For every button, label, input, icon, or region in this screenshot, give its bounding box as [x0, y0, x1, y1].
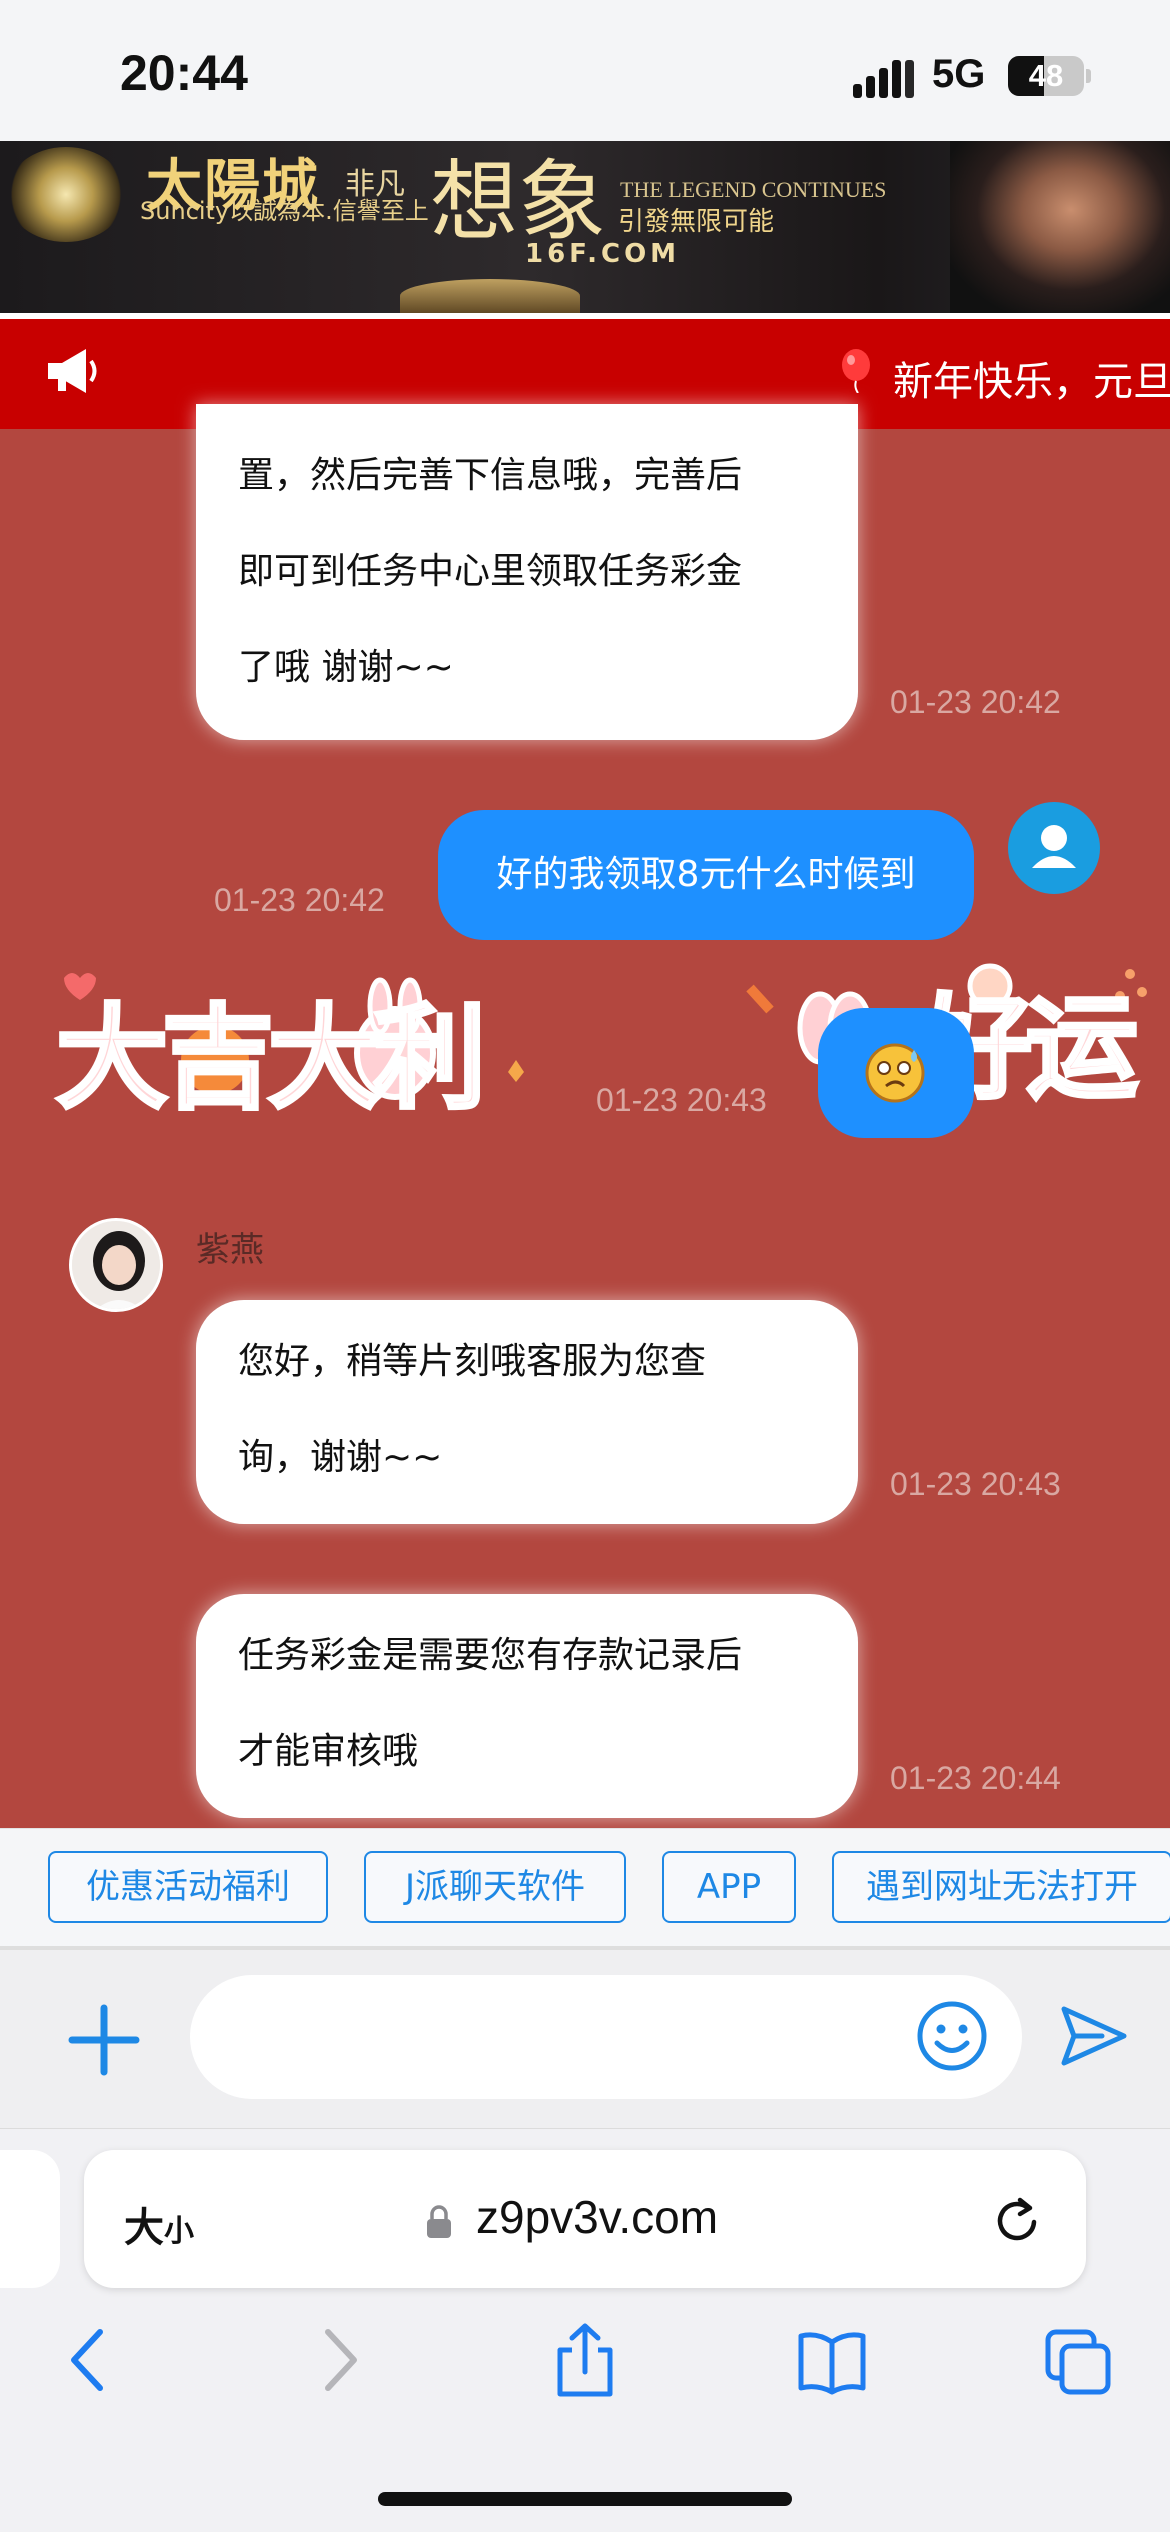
ad-tagline: 引發無限可能	[618, 207, 775, 237]
message-line: 才能审核哦	[238, 1731, 419, 1772]
sticker-banner: 大吉大利 好运	[50, 948, 1150, 1158]
battery-cap	[1086, 69, 1091, 83]
message-timestamp: 01-23 20:43	[890, 1466, 1061, 1502]
ad-legend: THE LEGEND CONTINUES	[620, 177, 887, 202]
user-emoji-bubble	[818, 1008, 974, 1138]
message-line: 询，谢谢~~	[238, 1437, 443, 1478]
url-text[interactable]: z9pv3v.com	[476, 2190, 718, 2244]
message-timestamp: 01-23 20:43	[596, 1082, 767, 1118]
cellular-signal-icon	[853, 58, 915, 98]
quick-button-promotions[interactable]: 优惠活动福利	[48, 1851, 328, 1923]
ad-slogan: Suncity以誠為本.信譽至上	[140, 197, 429, 225]
status-bar: 20:44 5G 48	[0, 0, 1170, 141]
agent-message-bubble: 您好，稍等片刻哦客服为您查 询，谢谢~~	[196, 1300, 858, 1524]
message-line: 即可到任务中心里领取任务彩金	[238, 551, 743, 592]
banner-ad[interactable]: 太陽城 非凡 Suncity以誠為本.信譽至上 想象 THE LEGEND CO…	[0, 141, 1170, 313]
quick-button-chat-app[interactable]: J派聊天软件	[364, 1851, 626, 1923]
ad-portrait-image	[950, 141, 1170, 313]
reload-icon[interactable]	[990, 2192, 1044, 2248]
agent-message-bubble: 置，然后完善下信息哦，完善后 即可到任务中心里领取任务彩金 了哦 谢谢~~	[196, 404, 858, 740]
sweat-emoji-icon	[865, 1043, 925, 1103]
status-time: 20:44	[120, 45, 248, 101]
user-avatar	[1008, 802, 1100, 894]
notice-text: 新年快乐，元旦	[893, 359, 1170, 405]
text-size-large: 大	[124, 2205, 164, 2251]
home-indicator	[378, 2492, 792, 2506]
message-timestamp: 01-23 20:42	[890, 684, 1061, 720]
message-line: 了哦 谢谢~~	[238, 647, 454, 688]
forward-icon[interactable]	[304, 2322, 374, 2398]
battery-icon: 48	[1008, 56, 1084, 96]
ad-building-image	[400, 279, 580, 313]
message-line: 任务彩金是需要您有存款记录后	[238, 1635, 743, 1676]
send-icon[interactable]	[1058, 2003, 1128, 2069]
message-line: 您好，稍等片刻哦客服为您查	[238, 1341, 707, 1382]
previous-tab-preview[interactable]	[0, 2150, 60, 2288]
quick-reply-bar: 优惠活动福利 J派聊天软件 APP 遇到网址无法打开	[0, 1828, 1170, 1946]
quick-button-url-help[interactable]: 遇到网址无法打开	[832, 1851, 1170, 1923]
ad-logo-emblem	[6, 147, 126, 242]
battery-percent: 48	[1028, 58, 1064, 93]
agent-message-bubble: 任务彩金是需要您有存款记录后 才能审核哦	[196, 1594, 858, 1818]
message-line: 置，然后完善下信息哦，完善后	[238, 455, 743, 496]
message-input[interactable]	[190, 1975, 1022, 2099]
plus-icon[interactable]	[64, 2000, 144, 2080]
megaphone-icon	[48, 349, 97, 393]
text-size-small: 小	[164, 2214, 194, 2249]
tabs-icon[interactable]	[1044, 2322, 1114, 2398]
emoji-icon[interactable]	[916, 2000, 988, 2072]
network-type: 5G	[932, 52, 986, 96]
sticker-text-left: 大吉大利	[54, 992, 488, 1126]
user-message-bubble: 好的我领取8元什么时候到	[438, 810, 974, 940]
share-icon[interactable]	[550, 2322, 620, 2398]
message-timestamp: 01-23 20:42	[214, 882, 385, 918]
text-size-button[interactable]: 大小	[124, 2195, 194, 2253]
lock-icon	[427, 2205, 451, 2238]
bookmarks-icon[interactable]	[797, 2322, 867, 2398]
message-timestamp: 01-23 20:44	[890, 1760, 1061, 1796]
agent-name: 紫燕	[196, 1230, 264, 1270]
person-icon	[1032, 825, 1076, 868]
quick-button-app[interactable]: APP	[662, 1851, 796, 1923]
agent-avatar-image	[72, 1221, 160, 1309]
agent-avatar	[69, 1218, 163, 1312]
ad-url: 16F.COM	[525, 239, 681, 269]
balloon-icon	[842, 349, 870, 393]
back-icon[interactable]	[54, 2322, 124, 2398]
